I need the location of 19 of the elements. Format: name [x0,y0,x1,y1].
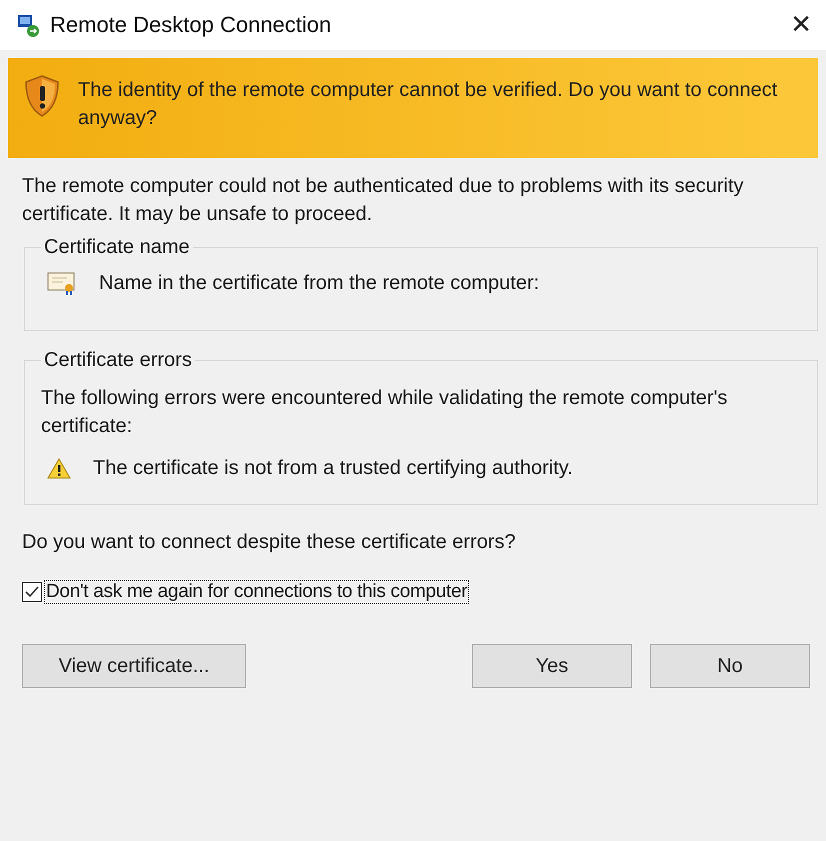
checkbox-box[interactable] [22,582,42,602]
question-text: Do you want to connect despite these certificate errors? [22,531,517,554]
errors-description: The following errors were encountered while validating the remote computer's certificate: [41,386,728,439]
certificate-name-label: Name in the certificate from the remote computer: [99,271,540,296]
view-certificate-button[interactable]: View certificate... [22,644,246,688]
group-title: Certificate name [43,236,191,259]
close-button[interactable]: ✕ [786,10,816,40]
warning-message: The identity of the remote computer cannot be verified. Do you want to connect anyway? [78,78,778,131]
checkbox[interactable]: Don't ask me again for connections to this computer [22,580,818,604]
window-title: Remote Desktop Connection [50,12,332,38]
error-text: The certificate is not from a trusted certifying authority. [93,456,573,481]
checkbox-label: Don't ask me again for connections to this computer [44,580,470,604]
certificate-icon [47,270,77,296]
description-text: The remote computer could not be authenticated due to problems with its security certificate. It may be unsafe to proceed. [22,174,744,227]
group-title: Certificate errors [43,349,193,372]
warning-icon [47,457,71,479]
dialog-button[interactable]: Yes [472,644,632,688]
dialog-button[interactable]: No [650,644,810,688]
computer-icon [16,13,40,37]
